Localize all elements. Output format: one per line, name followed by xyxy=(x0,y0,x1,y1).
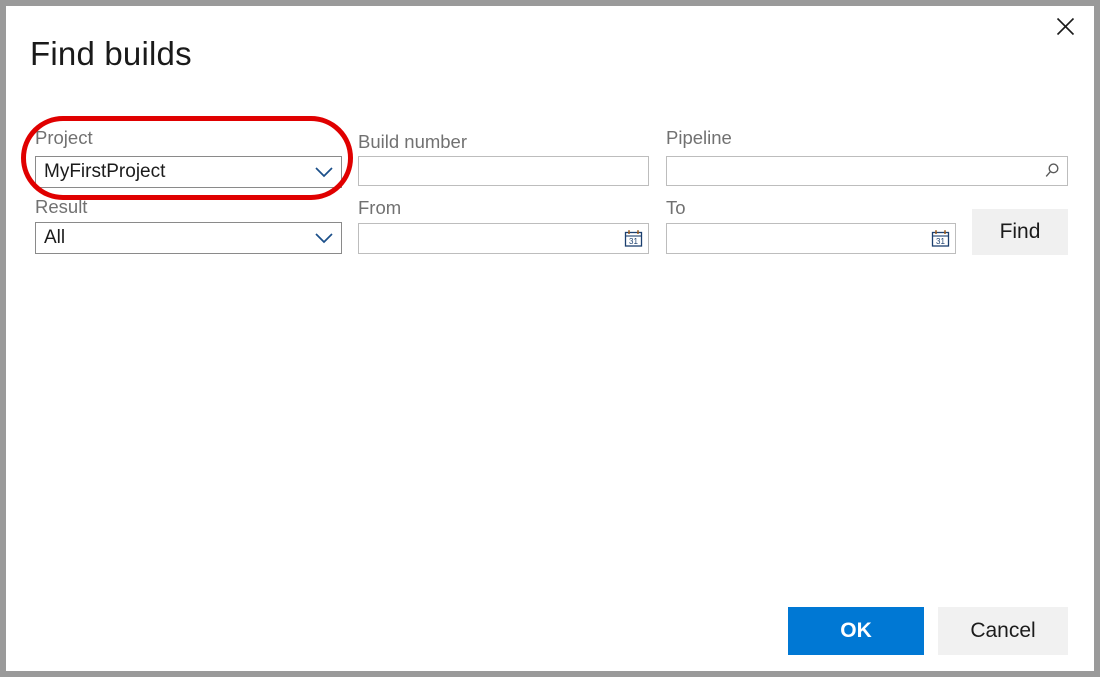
find-button[interactable]: Find xyxy=(972,209,1068,255)
chevron-down-icon xyxy=(307,232,341,244)
to-date-input[interactable]: 31 xyxy=(666,223,956,254)
label-from: From xyxy=(358,197,401,219)
svg-text:31: 31 xyxy=(629,237,638,246)
result-select[interactable]: All xyxy=(35,222,342,254)
find-builds-dialog: Find builds Project MyFirstProject Build… xyxy=(6,6,1094,671)
from-date-input[interactable]: 31 xyxy=(358,223,649,254)
project-value: MyFirstProject xyxy=(36,160,307,184)
label-pipeline: Pipeline xyxy=(666,127,732,149)
close-icon xyxy=(1056,17,1075,36)
cancel-button[interactable]: Cancel xyxy=(938,607,1068,655)
label-result: Result xyxy=(35,196,87,218)
pipeline-search-input[interactable] xyxy=(666,156,1068,186)
calendar-icon[interactable]: 31 xyxy=(618,229,648,248)
window-frame: Find builds Project MyFirstProject Build… xyxy=(0,0,1100,677)
chevron-down-icon xyxy=(307,166,341,178)
search-icon[interactable] xyxy=(1037,162,1067,180)
ok-button[interactable]: OK xyxy=(788,607,924,655)
svg-text:31: 31 xyxy=(936,237,945,246)
page-title: Find builds xyxy=(30,33,192,75)
build-number-input[interactable] xyxy=(358,156,649,186)
label-build-number: Build number xyxy=(358,131,467,153)
close-button[interactable] xyxy=(1048,10,1082,42)
label-to: To xyxy=(666,197,686,219)
result-value: All xyxy=(36,226,307,250)
calendar-icon[interactable]: 31 xyxy=(925,229,955,248)
label-project: Project xyxy=(35,127,93,149)
project-select[interactable]: MyFirstProject xyxy=(35,156,342,188)
